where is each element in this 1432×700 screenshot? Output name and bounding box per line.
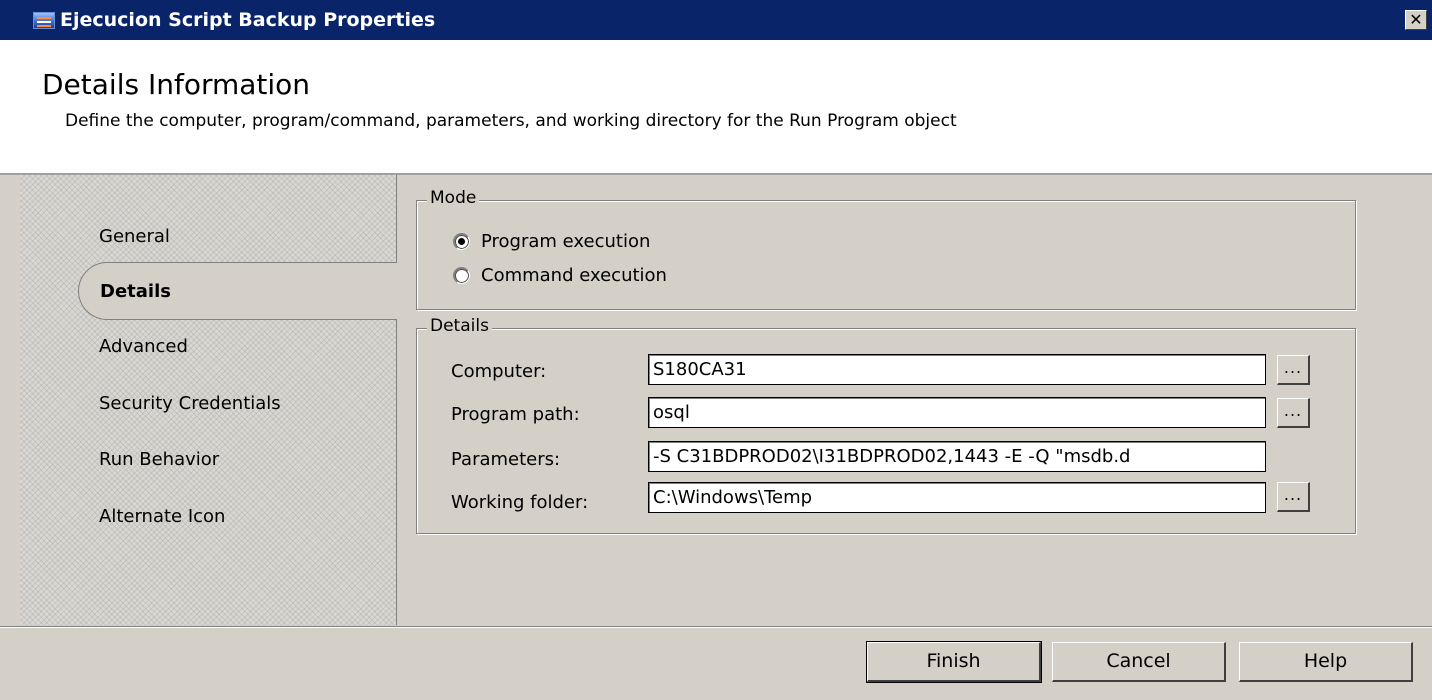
details-legend: Details <box>427 316 492 336</box>
computer-field[interactable]: S180CA31 <box>648 354 1266 385</box>
page-title: Details Information <box>42 68 311 101</box>
working-folder-label: Working folder: <box>451 492 589 513</box>
parameters-field[interactable]: -S C31BDPROD02\I31BDPROD02,1443 -E -Q "m… <box>648 441 1266 472</box>
working-folder-field[interactable]: C:\Windows\Temp <box>648 482 1266 513</box>
working-folder-browse-button[interactable]: ... <box>1277 482 1310 512</box>
details-groupbox: Details Computer: S180CA31 ... Program p… <box>416 316 1356 534</box>
title-bar: Ejecucion Script Backup Properties ✕ <box>0 0 1432 40</box>
close-button[interactable]: ✕ <box>1405 10 1427 30</box>
cancel-button[interactable]: Cancel <box>1052 642 1226 682</box>
sidebar-item-label: Details <box>100 281 171 302</box>
footer-divider <box>0 626 1432 628</box>
page-description: Define the computer, program/command, pa… <box>65 111 957 131</box>
mode-groupbox: Mode Program execution Command execution <box>416 188 1356 310</box>
sidebar-item-security-credentials[interactable]: Security Credentials <box>99 393 281 414</box>
sidebar-item-alternate-icon[interactable]: Alternate Icon <box>99 506 225 527</box>
computer-browse-button[interactable]: ... <box>1277 355 1310 385</box>
finish-button[interactable]: Finish <box>866 641 1042 683</box>
mode-legend: Mode <box>427 188 480 208</box>
program-execution-radio[interactable] <box>453 233 470 250</box>
program-path-field[interactable]: osql <box>648 397 1266 428</box>
sidebar-item-general[interactable]: General <box>99 226 170 247</box>
command-execution-radio[interactable] <box>453 267 470 284</box>
sidebar-item-details[interactable]: Details <box>78 262 397 320</box>
properties-window-icon <box>33 12 55 29</box>
program-path-label: Program path: <box>451 404 580 425</box>
program-execution-label: Program execution <box>481 231 651 252</box>
parameters-label: Parameters: <box>451 449 561 470</box>
window-title: Ejecucion Script Backup Properties <box>60 9 436 31</box>
sidebar-item-advanced[interactable]: Advanced <box>99 336 188 357</box>
command-execution-label: Command execution <box>481 265 667 286</box>
computer-label: Computer: <box>451 361 547 382</box>
header-panel: Details Information Define the computer,… <box>0 40 1432 175</box>
help-button[interactable]: Help <box>1239 642 1413 682</box>
program-path-browse-button[interactable]: ... <box>1277 398 1310 428</box>
sidebar-item-run-behavior[interactable]: Run Behavior <box>99 449 219 470</box>
